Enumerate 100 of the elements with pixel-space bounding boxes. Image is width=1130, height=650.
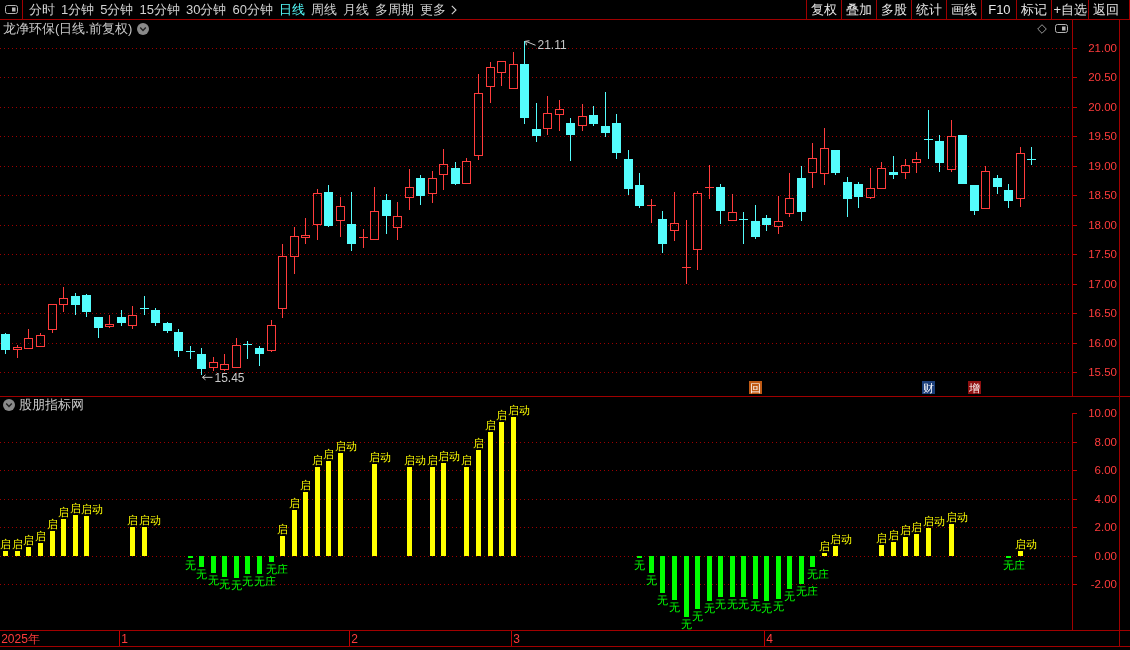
candlestick (105, 314, 114, 329)
candlestick (1004, 183, 1013, 209)
diamond-icon[interactable] (1037, 23, 1047, 34)
candlestick (738, 211, 749, 245)
period-tab[interactable]: 日线 (275, 0, 308, 19)
signal-label: 无庄 (1002, 559, 1025, 572)
candlestick (82, 293, 91, 318)
signal-label: 启 (426, 453, 438, 466)
candlestick (958, 134, 967, 184)
candlestick (831, 149, 840, 176)
axis-label: 2 (351, 632, 358, 646)
chevron-right-icon (450, 4, 457, 15)
toolbar-button[interactable]: 多股 (876, 0, 912, 19)
candlestick (416, 174, 425, 206)
signal-label: 无 (737, 598, 749, 611)
axis-label: -2.00 (1090, 578, 1117, 591)
price-annotation: 15.45 (214, 371, 245, 386)
signal-label: 无 (230, 578, 242, 591)
signal-label: 启 (34, 529, 46, 542)
axis-label: 1 (121, 632, 128, 646)
candlestick (866, 167, 875, 200)
toolbar-button[interactable]: 返回 (1088, 0, 1123, 19)
axis-label: 19.50 (1088, 130, 1117, 143)
candlestick (428, 170, 437, 204)
signal-label: 无 (726, 598, 738, 611)
toolbar-button[interactable]: +自选 (1051, 0, 1088, 19)
candlestick (797, 165, 806, 222)
signal-label: 无庄 (253, 575, 276, 588)
candlestick (728, 193, 737, 221)
candlestick (901, 158, 910, 180)
signal-label: 启动 (922, 514, 945, 527)
axis-label: 20.00 (1088, 100, 1117, 113)
candlestick (59, 286, 68, 313)
axis-label: 18.00 (1088, 218, 1117, 231)
axis-label: 18.50 (1088, 189, 1117, 202)
candlestick (889, 155, 898, 180)
period-tab[interactable]: 月线 (339, 0, 372, 19)
axis-label: 3 (513, 632, 520, 646)
signal-label: 启 (276, 523, 288, 536)
chevron-down-icon[interactable] (137, 22, 150, 35)
signal-label: 无 (184, 558, 196, 571)
axis-label: 4 (766, 632, 773, 646)
panel-icon[interactable] (4, 5, 18, 14)
candlestick (163, 321, 172, 334)
axis-label: 10.00 (1088, 407, 1117, 419)
toolbar-button[interactable]: 画线 (946, 0, 982, 19)
candlestick (993, 174, 1002, 195)
period-tab[interactable]: 5分钟 (97, 0, 137, 19)
candlestick (981, 165, 990, 209)
candlestick (578, 103, 587, 132)
period-tab[interactable]: 分时 (26, 0, 58, 19)
candlestick (48, 304, 57, 334)
candlestick (624, 149, 633, 196)
candlestick (716, 183, 725, 225)
period-tab[interactable]: 多周期 (371, 0, 417, 19)
period-tab[interactable]: 60分钟 (229, 0, 276, 19)
signal-label: 启 (46, 517, 58, 530)
signal-label: 启 (22, 534, 34, 547)
signal-label: 启 (322, 447, 334, 460)
panel-icon[interactable] (1055, 24, 1068, 33)
event-badge: 增 (968, 381, 981, 394)
candlestick (808, 142, 817, 189)
candlestick (785, 172, 794, 218)
candlestick (751, 204, 760, 240)
candlestick (139, 295, 150, 316)
signal-label: 启 (57, 506, 69, 519)
candlestick (439, 148, 448, 191)
signal-label: 启 (311, 454, 323, 467)
period-tab[interactable]: 更多 (416, 0, 460, 19)
signal-label: 启 (472, 437, 484, 450)
toolbar-button[interactable]: 叠加 (841, 0, 877, 19)
toolbar-button[interactable]: 复权 (806, 0, 842, 19)
signal-label: 启 (899, 524, 911, 537)
candlestick (877, 161, 886, 190)
signal-label: 启 (484, 418, 496, 431)
signal-label: 启 (495, 408, 507, 421)
candlestick (970, 184, 979, 216)
toolbar-button[interactable]: 标记 (1016, 0, 1052, 19)
axis-label: 6.00 (1094, 464, 1117, 477)
signal-label: 启动 (138, 514, 161, 527)
candlestick (36, 332, 45, 347)
signal-label: 无 (691, 610, 703, 623)
period-tab[interactable]: 30分钟 (182, 0, 230, 19)
signal-label: 无 (680, 618, 692, 630)
period-tab[interactable]: 周线 (307, 0, 340, 19)
signal-label: 无 (633, 559, 645, 572)
signal-label: 无 (703, 601, 715, 614)
signal-label: 无 (241, 575, 253, 588)
period-tab[interactable]: 1分钟 (58, 0, 98, 19)
axis-label: 21.00 (1088, 41, 1117, 54)
candlestick (24, 328, 33, 349)
toolbar-button[interactable]: F10 (981, 0, 1017, 19)
signal-label: 无 (714, 598, 726, 611)
candlestick (347, 191, 356, 252)
chevron-down-icon[interactable] (3, 399, 15, 411)
candlestick (267, 319, 276, 353)
signal-label: 无庄 (795, 585, 818, 598)
toolbar-button[interactable]: 统计 (911, 0, 947, 19)
period-tab[interactable]: 15分钟 (136, 0, 183, 19)
candlestick (670, 191, 679, 242)
